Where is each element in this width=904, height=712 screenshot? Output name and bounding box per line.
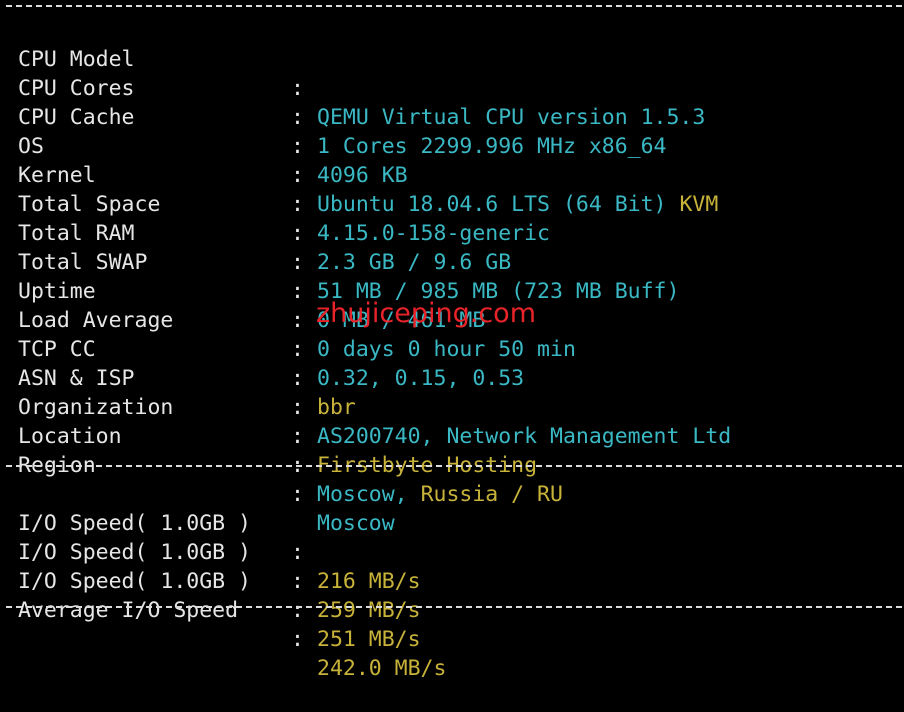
io-value: 242.0 MB/s <box>317 656 447 681</box>
info-row-cpu-cache: CPU Cache : 4096 KB <box>0 74 904 188</box>
io-value: 259 MB/s <box>317 598 421 623</box>
info-row-total-ram: Total RAM : 51 MB / 985 MB (723 MB Buff) <box>0 190 904 304</box>
io-label: Average I/O Speed <box>18 598 239 623</box>
info-row-cpu-cores: CPU Cores : 1 Cores 2299.996 MHz x86_64 <box>0 45 904 159</box>
info-row-total-swap: Total SWAP : 0 MB / 461 MB <box>0 219 904 333</box>
info-row-region: Region : Moscow <box>0 422 904 536</box>
io-colon: : <box>291 627 304 652</box>
info-row-asn-isp: ASN & ISP : AS200740, Network Management… <box>0 335 904 449</box>
info-row-kernel: Kernel : 4.15.0-158-generic <box>0 132 904 246</box>
watermark-text: zhujiceping.com <box>316 298 536 329</box>
io-row: I/O Speed( 1.0GB ) : 251 MB/s <box>0 538 904 652</box>
info-row-location: Location : Moscow, Russia / RU <box>0 393 904 507</box>
info-row-organization: Organization : Firstbyte Hosting <box>0 364 904 478</box>
info-row-total-space: Total Space : 2.3 GB / 9.6 GB <box>0 161 904 275</box>
terminal-window: CPU Model : QEMU Virtual CPU version 1.5… <box>0 0 904 681</box>
io-colon: : <box>291 598 304 623</box>
io-row: I/O Speed( 1.0GB ) : 216 MB/s <box>0 480 904 594</box>
io-value: 251 MB/s <box>317 627 421 652</box>
separator-line-middle <box>6 465 902 467</box>
info-row-os: OS : Ubuntu 18.04.6 LTS (64 Bit) KVM <box>0 103 904 217</box>
info-row-cpu-model: CPU Model : QEMU Virtual CPU version 1.5… <box>0 16 904 130</box>
separator-line-top <box>6 5 902 7</box>
separator-line-bottom <box>6 606 902 608</box>
io-row-average: Average I/O Speed : 242.0 MB/s <box>0 567 904 681</box>
info-row-uptime: Uptime : 0 days 0 hour 50 min <box>0 248 904 362</box>
io-row: I/O Speed( 1.0GB ) : 259 MB/s <box>0 509 904 623</box>
